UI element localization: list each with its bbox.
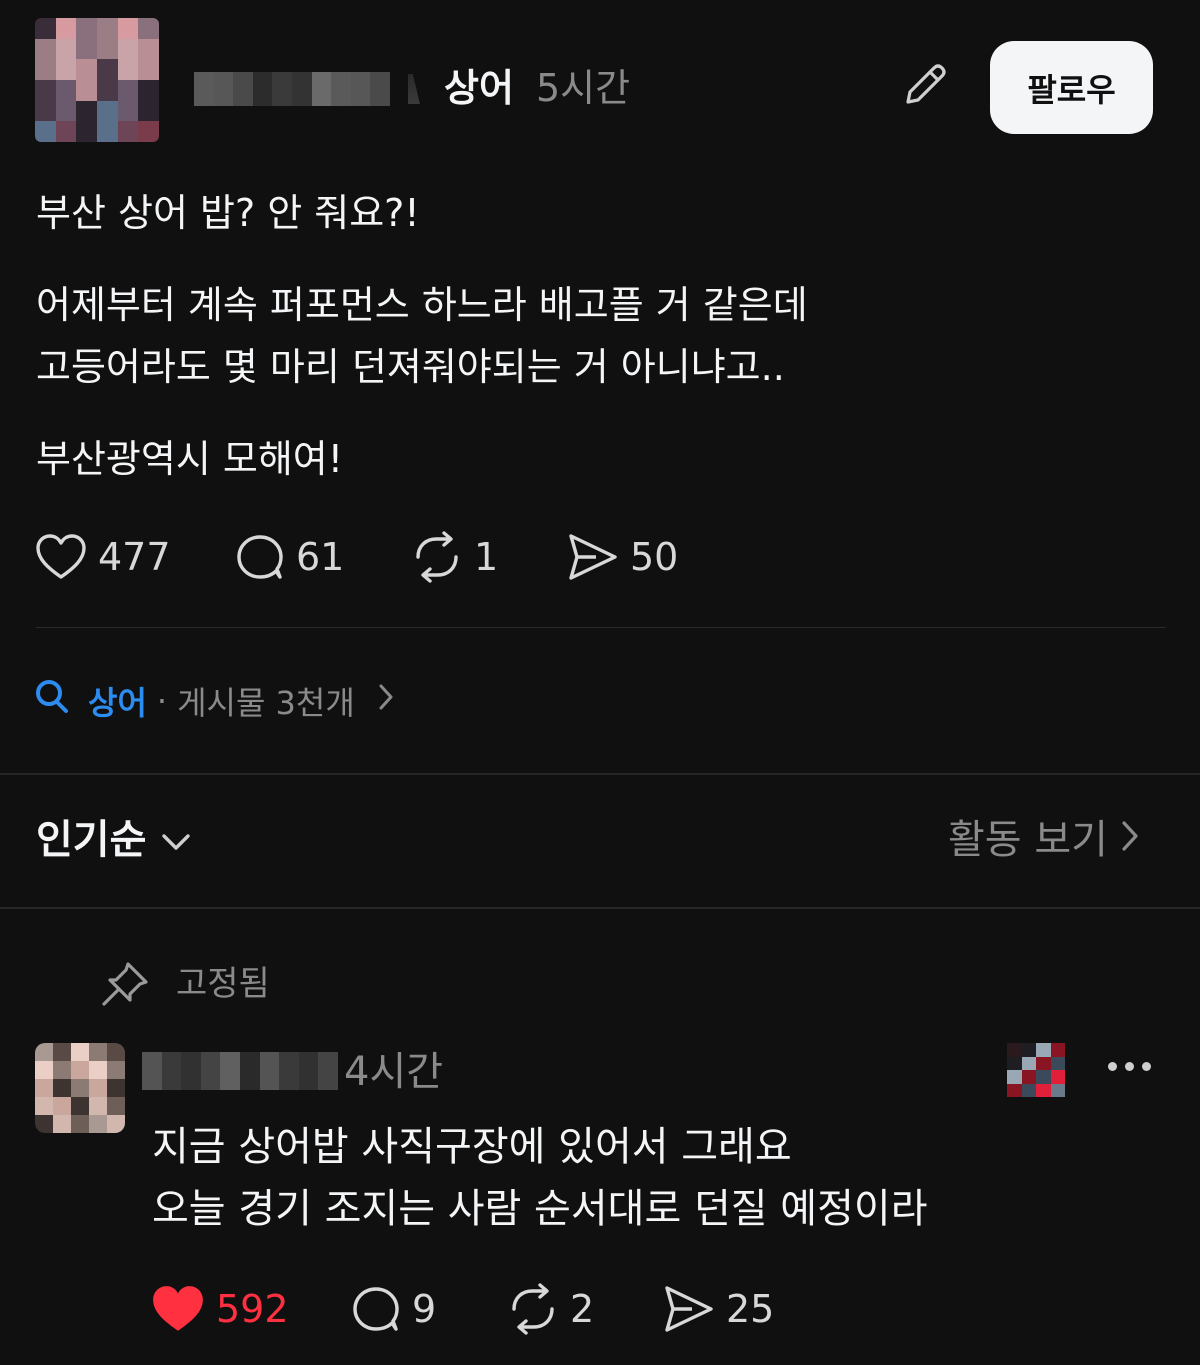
search-icon — [34, 678, 70, 724]
sort-label: 인기순 — [36, 817, 147, 863]
share-button[interactable]: 50 — [566, 529, 678, 585]
chevron-right-icon — [377, 682, 395, 720]
activity-label: 활동 보기 — [948, 817, 1108, 863]
reply-like-button[interactable]: 592 — [150, 1281, 289, 1337]
topic-separator — [408, 74, 420, 104]
reply-text-line: 지금 상어밥 사직구장에 있어서 그래요 — [152, 1124, 792, 1170]
sort-dropdown[interactable]: 인기순 — [36, 812, 192, 868]
reply-like-count: 592 — [216, 1287, 289, 1331]
follow-button[interactable]: 팔로우 — [990, 41, 1153, 134]
reply-repost-count: 2 — [570, 1287, 595, 1331]
chevron-right-icon — [1120, 812, 1140, 868]
repost-count: 1 — [474, 535, 499, 579]
heart-icon — [34, 532, 88, 582]
like-button[interactable]: 477 — [34, 529, 171, 585]
reply-share-count: 25 — [726, 1287, 775, 1331]
comment-button[interactable]: 61 — [234, 529, 344, 585]
post-text-line: 고등어라도 몇 마리 던져줘야되는 거 아니냐고.. — [36, 345, 785, 389]
more-icon[interactable] — [1108, 1054, 1152, 1078]
post-topic-tag[interactable]: 상어 — [444, 62, 514, 114]
reply-timestamp: 4시간 — [344, 1049, 444, 1095]
pencil-icon[interactable] — [900, 58, 952, 110]
author-avatar[interactable] — [35, 18, 159, 142]
post-text-line: 부산 상어 밥? 안 줘요?! — [36, 191, 420, 235]
pin-icon — [100, 960, 150, 1012]
post-timestamp: 5시간 — [536, 66, 631, 110]
reply-text-line: 오늘 경기 조지는 사람 순서대로 던질 예정이라 — [152, 1186, 928, 1232]
section-divider — [0, 907, 1200, 909]
topic-link-separator: · — [156, 682, 168, 720]
topic-link-name: 상어 — [88, 684, 147, 722]
comment-count: 61 — [296, 535, 345, 579]
chevron-down-icon — [160, 812, 192, 868]
share-count: 50 — [630, 535, 679, 579]
author-name-blurred[interactable] — [194, 72, 390, 106]
reply-comment-count: 9 — [412, 1287, 437, 1331]
post-text-line: 부산광역시 모해여! — [36, 437, 343, 481]
topic-link-count: 게시물 3천개 — [177, 684, 355, 722]
divider — [36, 627, 1166, 628]
reply-author-liked-badge — [1007, 1043, 1065, 1097]
reply-author-avatar[interactable] — [35, 1043, 125, 1133]
like-count: 477 — [98, 535, 171, 579]
repost-icon — [506, 1283, 560, 1335]
heart-icon — [150, 1283, 206, 1335]
pinned-label: 고정됨 — [176, 964, 270, 1004]
topic-link[interactable]: 상어 · 게시물 3천개 — [34, 676, 395, 726]
reply-comment-button[interactable]: 9 — [350, 1281, 436, 1337]
post-text-line: 어제부터 계속 퍼포먼스 하느라 배고플 거 같은데 — [36, 283, 808, 327]
comment-bubble-icon — [350, 1283, 402, 1335]
repost-button[interactable]: 1 — [410, 529, 498, 585]
activity-link[interactable]: 활동 보기 — [948, 812, 1140, 868]
comment-bubble-icon — [234, 531, 286, 583]
reply-repost-button[interactable]: 2 — [506, 1281, 594, 1337]
repost-icon — [410, 531, 464, 583]
send-icon — [566, 531, 620, 583]
reply-share-button[interactable]: 25 — [662, 1281, 774, 1337]
reply-author-name-blurred[interactable] — [142, 1052, 338, 1090]
section-divider — [0, 773, 1200, 775]
send-icon — [662, 1283, 716, 1335]
